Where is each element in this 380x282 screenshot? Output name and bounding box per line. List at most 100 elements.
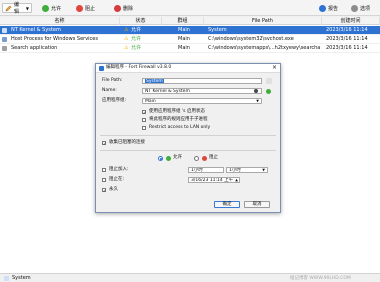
collect-blocked-checkbox[interactable]: ✓ bbox=[102, 141, 106, 146]
block-radio[interactable] bbox=[194, 156, 199, 161]
table-row[interactable]: Host Process for Windows Services ⚠ 允许 M… bbox=[0, 35, 380, 44]
chevron-down-icon: ▼ bbox=[262, 168, 265, 172]
dialog-title-bar: 编辑程序 - Fort Firewall v3.8.0 × bbox=[96, 64, 280, 73]
refresh-icon[interactable] bbox=[266, 89, 271, 94]
warning-icon: ⚠ bbox=[124, 27, 129, 33]
report-label: 报告 bbox=[328, 5, 339, 12]
row-status: 允许 bbox=[131, 45, 142, 51]
block-at-checkbox[interactable] bbox=[102, 178, 106, 182]
name-label: Name: bbox=[102, 88, 117, 93]
block-at-label: 阻止在: bbox=[109, 177, 125, 182]
spin-icon: ▲ bbox=[235, 178, 238, 182]
block-radio-label: 阻止 bbox=[209, 155, 218, 160]
row-time: 2023/3/16 11:14 bbox=[326, 36, 368, 42]
table-row[interactable]: NT Kernel & System ⚠ 允许 Main System 2023… bbox=[0, 26, 380, 35]
block-at-value: 3/16/23 11:14 上午 bbox=[191, 178, 234, 183]
status-bar: System 纽记博客 WWW.90LHD.COM bbox=[0, 273, 380, 282]
block-icon bbox=[76, 4, 83, 12]
column-header-file-path[interactable]: File Path bbox=[204, 17, 322, 25]
file-path-label: File Path: bbox=[102, 78, 123, 83]
block-label: 阻止 bbox=[85, 5, 96, 12]
row-name: Host Process for Windows Services bbox=[11, 36, 98, 42]
dialog-app-icon bbox=[99, 66, 104, 71]
options-label: 选项 bbox=[360, 5, 371, 12]
group-select[interactable]: Main ▼ bbox=[142, 98, 262, 104]
edit-program-dialog: 编辑程序 - Fort Firewall v3.8.0 × File Path:… bbox=[95, 63, 281, 213]
row-path: C:\windows\systemapps\...h2txyewy\search… bbox=[208, 45, 320, 51]
row-group: Main bbox=[178, 27, 190, 33]
delete-button[interactable]: 删除 bbox=[112, 3, 135, 13]
column-header-status[interactable]: 状态 bbox=[120, 17, 162, 25]
row-time: 2023/3/16 11:14 bbox=[326, 45, 368, 51]
name-value: NT Kernel & System bbox=[145, 89, 190, 94]
row-status: 允许 bbox=[131, 36, 142, 42]
edit-label: 编辑 bbox=[13, 2, 19, 15]
block-in-label: 阻止加入: bbox=[109, 167, 129, 172]
row-status: 允许 bbox=[131, 27, 142, 33]
toolbar: 编辑 ▼ 允许 阻止 删除 报告 选项 bbox=[0, 0, 380, 16]
chevron-down-icon: ▼ bbox=[25, 5, 29, 11]
allow-label: 允许 bbox=[51, 5, 62, 12]
group-label: 应用程序组: bbox=[102, 98, 127, 103]
app-icon bbox=[2, 28, 7, 33]
row-name: Search application bbox=[11, 45, 58, 51]
close-icon[interactable]: × bbox=[272, 64, 277, 72]
lan-only-label: Restrict access to LAN only bbox=[149, 125, 211, 130]
check-circle-icon bbox=[42, 4, 49, 12]
row-name: NT Kernel & System bbox=[11, 27, 61, 33]
block-in-checkbox[interactable] bbox=[102, 168, 106, 172]
cancel-button[interactable]: 取消 bbox=[244, 201, 270, 208]
row-path: C:\windows\system32\svchost.exe bbox=[208, 36, 294, 42]
file-path-field[interactable]: System bbox=[142, 78, 262, 84]
edit-menu-button[interactable]: 编辑 ▼ bbox=[2, 2, 32, 15]
allow-radio[interactable] bbox=[158, 156, 163, 161]
use-group-label: 使用应用程序组 's 启用状态 bbox=[149, 109, 205, 114]
block-button[interactable]: 阻止 bbox=[74, 3, 97, 13]
name-field[interactable]: NT Kernel & System bbox=[142, 88, 262, 94]
watermark: 纽记博客 WWW.90LHD.COM bbox=[290, 276, 351, 281]
allow-button[interactable]: 允许 bbox=[40, 3, 63, 13]
forever-label: 永久 bbox=[109, 187, 118, 192]
options-button[interactable]: 选项 bbox=[349, 3, 372, 13]
collect-blocked-label: 收集已阻塞的连接 bbox=[109, 140, 145, 145]
status-app-icon bbox=[4, 276, 9, 281]
warning-icon: ⚠ bbox=[124, 36, 129, 42]
block-at-datetime[interactable]: 3/16/23 11:14 上午 ▲ bbox=[188, 177, 240, 183]
allow-icon bbox=[166, 156, 171, 161]
clear-icon[interactable] bbox=[254, 89, 258, 93]
gear-icon bbox=[351, 4, 358, 12]
apply-parent-label: 将此程序的规则应用于子进程 bbox=[149, 117, 208, 122]
folder-icon[interactable] bbox=[266, 78, 272, 84]
lan-only-checkbox[interactable] bbox=[142, 126, 146, 130]
warning-icon: ⚠ bbox=[124, 45, 129, 51]
dialog-title: 编辑程序 - Fort Firewall v3.8.0 bbox=[106, 65, 172, 70]
app-icon bbox=[2, 37, 7, 42]
report-button[interactable]: 报告 bbox=[317, 3, 340, 13]
block-in-duration[interactable]: 1小时 bbox=[188, 167, 224, 173]
group-value: Main bbox=[145, 99, 156, 104]
row-path: System bbox=[208, 27, 227, 33]
block-icon bbox=[202, 156, 207, 161]
forever-checkbox[interactable]: ✓ bbox=[102, 188, 106, 193]
row-group: Main bbox=[178, 45, 190, 51]
apply-parent-checkbox[interactable] bbox=[142, 118, 146, 122]
column-header-created[interactable]: 创建时间 bbox=[322, 17, 380, 25]
chevron-down-icon: ▼ bbox=[256, 99, 259, 103]
ok-button[interactable]: 确定 bbox=[214, 201, 240, 208]
row-group: Main bbox=[178, 36, 190, 42]
column-header-group[interactable]: 群组 bbox=[162, 17, 204, 25]
column-header-name[interactable]: 名称 bbox=[0, 17, 120, 25]
report-icon bbox=[319, 4, 326, 12]
use-group-checkbox[interactable]: ✓ bbox=[142, 110, 146, 115]
block-in-select[interactable]: 1小时 ▼ bbox=[226, 167, 268, 173]
divider bbox=[100, 150, 276, 151]
file-path-value: System bbox=[145, 79, 164, 84]
app-icon bbox=[2, 46, 7, 51]
pencil-icon bbox=[5, 5, 12, 11]
table-row[interactable]: Search application ⚠ 允许 Main C:\windows\… bbox=[0, 44, 380, 53]
delete-icon bbox=[114, 4, 121, 12]
table-header: 名称 状态 群组 File Path 创建时间 bbox=[0, 17, 380, 25]
block-in-value: 1小时 bbox=[191, 168, 203, 173]
block-in-value2: 1小时 bbox=[229, 168, 241, 173]
divider bbox=[100, 135, 276, 136]
